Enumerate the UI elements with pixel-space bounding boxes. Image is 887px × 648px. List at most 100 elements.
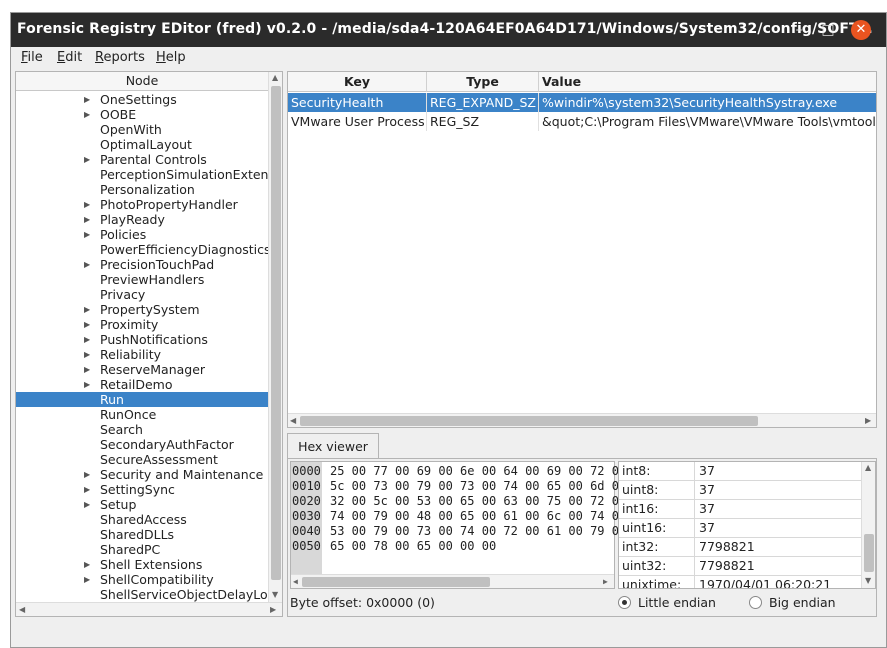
tree-node[interactable]: ▶ Shell Extensions [16, 557, 268, 572]
hex-bytes[interactable]: 74 00 79 00 48 00 65 00 61 00 6c 00 74 0… [330, 509, 626, 524]
tree-node[interactable]: PowerEfficiencyDiagnostics [16, 242, 268, 257]
column-header-value[interactable]: Value [539, 72, 876, 92]
tree-node[interactable]: Search [16, 422, 268, 437]
tree-node[interactable]: ▶ Reliability [16, 347, 268, 362]
scroll-up-icon[interactable]: ▲ [272, 73, 278, 82]
scrollbar-thumb[interactable] [302, 577, 490, 587]
scroll-left-icon[interactable]: ◀ [290, 416, 296, 425]
expand-arrow-icon[interactable]: ▶ [84, 332, 90, 347]
table-row[interactable]: VMware User Process REG_SZ &quot;C:\Prog… [288, 112, 876, 131]
expand-arrow-icon[interactable]: ▶ [84, 227, 90, 242]
scrollbar-thumb[interactable] [864, 534, 874, 572]
scroll-left-icon[interactable]: ◀ [19, 605, 25, 614]
tree-node[interactable]: ▶ Policies [16, 227, 268, 242]
expand-arrow-icon[interactable]: ▶ [84, 467, 90, 482]
expand-arrow-icon[interactable]: ▶ [84, 212, 90, 227]
tree-node[interactable]: ▶ Proximity [16, 317, 268, 332]
data-type-row[interactable]: uint8: 37 [619, 481, 861, 500]
tree-header-node[interactable]: Node [16, 72, 268, 91]
expand-arrow-icon[interactable]: ▶ [84, 482, 90, 497]
tree-node[interactable]: SecondaryAuthFactor [16, 437, 268, 452]
tree-node[interactable]: ▶ PropertySystem [16, 302, 268, 317]
expand-arrow-icon[interactable]: ▶ [84, 152, 90, 167]
maximize-button[interactable]: □ [818, 20, 838, 40]
tree-node[interactable]: Personalization [16, 182, 268, 197]
hex-bytes[interactable]: 32 00 5c 00 53 00 65 00 63 00 75 00 72 0… [330, 494, 626, 509]
tree-node[interactable]: ▶ Setup [16, 497, 268, 512]
scroll-right-icon[interactable]: ▶ [865, 416, 871, 425]
expand-arrow-icon[interactable]: ▶ [84, 302, 90, 317]
data-type-row[interactable]: int32: 7798821 [619, 538, 861, 557]
tab-hex-viewer[interactable]: Hex viewer [287, 433, 379, 459]
values-table[interactable]: Key Type Value SecurityHealth REG_EXPAND… [287, 71, 877, 428]
tree-node[interactable]: ▶ Parental Controls [16, 152, 268, 167]
menu-edit[interactable]: Edit [57, 50, 82, 65]
tree-node[interactable]: ▶ ReserveManager [16, 362, 268, 377]
data-type-vertical-scrollbar[interactable]: ▲ ▼ [861, 462, 875, 588]
tree-node[interactable]: ▶ PlayReady [16, 212, 268, 227]
menu-file[interactable]: File [21, 50, 43, 65]
menu-help[interactable]: Help [156, 50, 186, 65]
tree-horizontal-scrollbar[interactable]: ◀ ▶ [16, 602, 282, 616]
tree-node[interactable]: ▶ OneSettings [16, 92, 268, 107]
hex-bytes[interactable]: 65 00 78 00 65 00 00 00 [330, 539, 496, 554]
data-type-table[interactable]: int8: 37 uint8: 37 int16: 37 uint16: 37 int32: 77… [618, 461, 876, 589]
tree-node[interactable]: OptimalLayout [16, 137, 268, 152]
tree-node[interactable]: Run [16, 392, 268, 407]
expand-arrow-icon[interactable]: ▶ [84, 257, 90, 272]
column-header-key[interactable]: Key [288, 72, 427, 92]
tree-node[interactable]: ▶ PhotoPropertyHandler [16, 197, 268, 212]
tree-node[interactable]: ▶ Security and Maintenance [16, 467, 268, 482]
radio-unchecked-icon[interactable] [749, 596, 762, 609]
tree-node[interactable]: ▶ OOBE [16, 107, 268, 122]
hex-horizontal-scrollbar[interactable]: ◀ ▶ [291, 574, 614, 588]
hex-dump[interactable]: 0000 25 00 77 00 69 00 6e 00 64 00 69 00 … [290, 461, 626, 589]
expand-arrow-icon[interactable]: ▶ [84, 572, 90, 587]
hex-bytes[interactable]: 25 00 77 00 69 00 6e 00 64 00 69 00 72 0… [330, 464, 626, 479]
hex-bytes[interactable]: 53 00 79 00 73 00 74 00 72 00 61 00 79 0… [330, 524, 626, 539]
tree-node[interactable]: ▶ PushNotifications [16, 332, 268, 347]
radio-checked-icon[interactable] [618, 596, 631, 609]
menu-reports[interactable]: Reports [95, 50, 145, 65]
scrollbar-thumb[interactable] [300, 416, 758, 426]
expand-arrow-icon[interactable]: ▶ [84, 497, 90, 512]
tree-node[interactable]: PerceptionSimulationExtens [16, 167, 268, 182]
tree-node[interactable]: ▶ ShellCompatibility [16, 572, 268, 587]
expand-arrow-icon[interactable]: ▶ [84, 197, 90, 212]
scroll-right-icon[interactable]: ▶ [270, 605, 276, 614]
data-type-row[interactable]: uint16: 37 [619, 519, 861, 538]
minimize-button[interactable]: – [789, 20, 809, 40]
data-type-row[interactable]: unixtime: 1970/04/01 06:20:21 [619, 576, 861, 588]
expand-arrow-icon[interactable]: ▶ [84, 362, 90, 377]
tree-node[interactable]: SecureAssessment [16, 452, 268, 467]
scroll-left-icon[interactable]: ◀ [293, 577, 298, 586]
tree-node[interactable]: PreviewHandlers [16, 272, 268, 287]
tree-node[interactable]: Privacy [16, 287, 268, 302]
expand-arrow-icon[interactable]: ▶ [84, 317, 90, 332]
hex-bytes[interactable]: 5c 00 73 00 79 00 73 00 74 00 65 00 6d 0… [330, 479, 626, 494]
data-type-row[interactable]: int8: 37 [619, 462, 861, 481]
tree-node[interactable]: OpenWith [16, 122, 268, 137]
expand-arrow-icon[interactable]: ▶ [84, 557, 90, 572]
scroll-down-icon[interactable]: ▼ [865, 576, 871, 585]
scroll-right-icon[interactable]: ▶ [603, 577, 608, 586]
tree-node[interactable]: SharedDLLs [16, 527, 268, 542]
tree-node[interactable]: RunOnce [16, 407, 268, 422]
tree-node[interactable]: ShellServiceObjectDelayLoa [16, 587, 268, 602]
expand-arrow-icon[interactable]: ▶ [84, 347, 90, 362]
values-horizontal-scrollbar[interactable]: ◀ ▶ [288, 413, 876, 427]
title-bar[interactable]: Forensic Registry EDitor (fred) v0.2.0 -… [11, 13, 886, 47]
tree-node[interactable]: SharedPC [16, 542, 268, 557]
data-type-row[interactable]: int16: 37 [619, 500, 861, 519]
tree-vertical-scrollbar[interactable]: ▲ ▼ [268, 72, 282, 602]
expand-arrow-icon[interactable]: ▶ [84, 377, 90, 392]
scrollbar-thumb[interactable] [271, 86, 281, 580]
expand-arrow-icon[interactable]: ▶ [84, 107, 90, 122]
scroll-up-icon[interactable]: ▲ [865, 463, 871, 472]
scroll-down-icon[interactable]: ▼ [272, 590, 278, 599]
close-button[interactable]: ✕ [851, 20, 871, 40]
node-tree[interactable]: Node ▶ OneSettings ▶ OOBE OpenWith OptimalLay… [15, 71, 283, 617]
tree-node[interactable]: ▶ RetailDemo [16, 377, 268, 392]
column-header-type[interactable]: Type [427, 72, 539, 92]
data-type-row[interactable]: uint32: 7798821 [619, 557, 861, 576]
